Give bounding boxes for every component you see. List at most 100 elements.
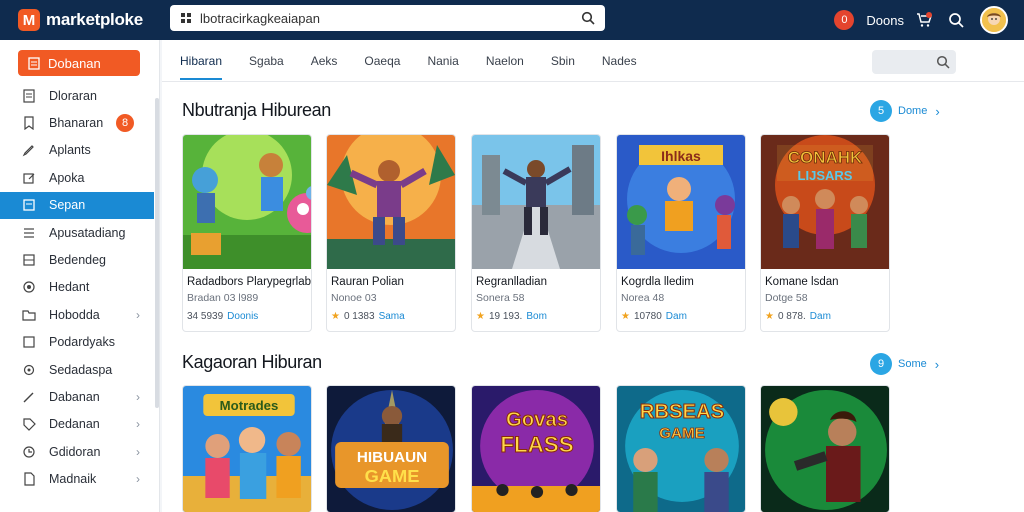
app-name: marketploke [46, 10, 143, 29]
tab-item[interactable]: Nades [602, 42, 637, 80]
sidebar-cta-button[interactable]: Dobanan [18, 50, 140, 76]
rating-value: 19 193. [488, 311, 523, 322]
game-card[interactable]: Rauran Polian Nonoe 03 ★ 0 1383 Sama [326, 134, 456, 332]
artwork-text: GAME [365, 466, 420, 486]
artwork-text: HIBUAUN [357, 449, 427, 466]
game-card[interactable]: HIBUAUN GAME [326, 385, 456, 512]
rating-value: 0 878. [777, 311, 806, 322]
more-label: Dome [898, 105, 928, 117]
sidebar-item[interactable]: Hedant [0, 274, 160, 301]
sidebar-item[interactable]: Gdidoran › [0, 438, 160, 465]
artwork-text: LIJSARS [798, 168, 853, 183]
avatar[interactable] [980, 6, 1008, 34]
sidebar-item-label: Bedendeg [49, 253, 107, 268]
artwork-text: Govas [506, 409, 568, 431]
game-title: Rauran Polian [331, 276, 404, 288]
sidebar-item-label: Apoka [49, 170, 85, 185]
tab-item[interactable]: Sgaba [249, 42, 284, 80]
artwork-text: RBSEAS [640, 401, 725, 423]
sidebar-item[interactable]: Sepan [0, 191, 154, 219]
gear-icon [22, 363, 38, 377]
notification-badge[interactable]: 0 [834, 10, 855, 30]
sidebar-item[interactable]: Apusatadiang [0, 219, 160, 246]
sidebar-item[interactable]: Bhanaran 8 [0, 109, 160, 136]
sidebar-item-label: Bhanaran [49, 116, 104, 131]
section-title: Kagaoran Hiburan [182, 352, 322, 372]
game-card[interactable] [760, 385, 890, 512]
sidebar-item-label: Hobodda [49, 307, 100, 322]
game-thumbnail [327, 135, 455, 269]
main-content: Hibaran Sgaba Aeks Oaeqa Nania Naelon Sbin Nade… [162, 40, 1024, 512]
price-label: Dam [665, 311, 687, 322]
cart-icon[interactable] [916, 12, 932, 28]
sidebar-menu: Dloraran Bhanaran 8 Aplants Apoka Sepan Apusat… [0, 82, 160, 493]
artwork-text: Motrades [220, 398, 279, 413]
sidebar-item[interactable]: Madnaik › [0, 465, 160, 492]
game-card[interactable]: Motrades [182, 385, 312, 512]
chevron-right-icon: › [136, 389, 140, 404]
star-icon: ★ [765, 311, 774, 322]
tag-icon [22, 417, 38, 432]
sidebar-item[interactable]: Podardyaks [0, 329, 160, 356]
game-card[interactable]: Ihlkas Kogrdla lledim Norea 48 ★ 10780 Dam [616, 134, 746, 332]
game-thumbnail [183, 135, 311, 269]
see-more-link[interactable]: 9 Some › [870, 353, 939, 375]
tab-item[interactable]: Aeks [311, 42, 338, 80]
game-title: Radadbors Plarypegrlabouan [187, 276, 312, 288]
search-bar[interactable] [170, 5, 605, 31]
sidebar-item-label: Dedanan [49, 417, 100, 432]
sidebar-item[interactable]: Dabanan › [0, 383, 160, 410]
sidebar-item-label: Apusatadiang [49, 225, 126, 240]
chevron-right-icon: › [136, 307, 140, 322]
chevron-right-icon: › [136, 444, 140, 459]
sidebar-item-label: Hedant [49, 280, 90, 295]
artwork-text: FLASS [500, 432, 573, 457]
tab-item[interactable]: Oaeqa [364, 42, 400, 80]
game-thumbnail: Motrades [183, 386, 311, 512]
sidebar-item-label: Aplants [49, 143, 91, 158]
clock-icon [22, 445, 38, 459]
game-card[interactable]: Radadbors Plarypegrlabouan Bradan 03 l989… [182, 134, 312, 332]
note-icon [22, 335, 38, 349]
search-icon-header[interactable] [948, 12, 964, 28]
sidebar-item[interactable]: Bedendeg [0, 246, 160, 273]
rating-value: 10780 [633, 311, 662, 322]
sidebar-cta-label: Dobanan [48, 55, 101, 71]
tab-item[interactable]: Sbin [551, 42, 575, 80]
game-card[interactable]: CONAHK LIJSARS Komane lsdan Dotge 58 ★ 0 878.… [760, 134, 890, 332]
game-title: Regranlladian [476, 276, 547, 288]
game-thumbnail [761, 386, 889, 512]
tab-item[interactable]: Nania [427, 42, 458, 80]
game-subtitle: Nonoe 03 [331, 292, 377, 304]
search-icon[interactable] [581, 11, 595, 25]
game-thumbnail: HIBUAUNGAME [327, 386, 455, 512]
game-card[interactable]: RBSEAS GAME [616, 385, 746, 512]
logo[interactable]: M marketploke [18, 9, 168, 31]
price-label: Dam [809, 311, 831, 322]
game-rating: ★ 10780 Dam [621, 311, 687, 322]
filter-search[interactable] [872, 50, 956, 74]
sidebar-item[interactable]: Apoka [0, 164, 160, 191]
game-card[interactable]: Govas FLASS [471, 385, 601, 512]
sidebar-item-label: Gdidoran [49, 444, 101, 459]
sidebar-item[interactable]: Dedanan › [0, 411, 160, 438]
sidebar-item[interactable]: Hobodda › [0, 301, 160, 328]
game-card[interactable]: Regranlladian Sonera 58 ★ 19 193. Bom [471, 134, 601, 332]
game-thumbnail [472, 135, 600, 269]
game-thumbnail: Ihlkas [617, 135, 745, 269]
user-label[interactable]: Doons [866, 13, 904, 28]
sidebar-item[interactable]: Sedadaspa [0, 356, 160, 383]
sidebar-scrollbar[interactable] [155, 98, 159, 408]
chevron-right-icon: › [136, 417, 140, 432]
tab-item[interactable]: Hibaran [180, 42, 223, 80]
tab-item[interactable]: Naelon [486, 42, 524, 80]
sidebar-item[interactable]: Aplants [0, 137, 160, 164]
sidebar-item-label: Dabanan [49, 389, 100, 404]
sidebar-item[interactable]: Dloraran [0, 82, 160, 109]
price-label: Bom [526, 311, 547, 322]
search-input[interactable] [200, 10, 581, 26]
game-subtitle: Bradan 03 l989 [187, 292, 259, 304]
game-rating: 34 5939 Doonis [187, 311, 258, 322]
see-more-link[interactable]: 5 Dome › [870, 100, 940, 122]
pencil-icon [22, 143, 38, 157]
